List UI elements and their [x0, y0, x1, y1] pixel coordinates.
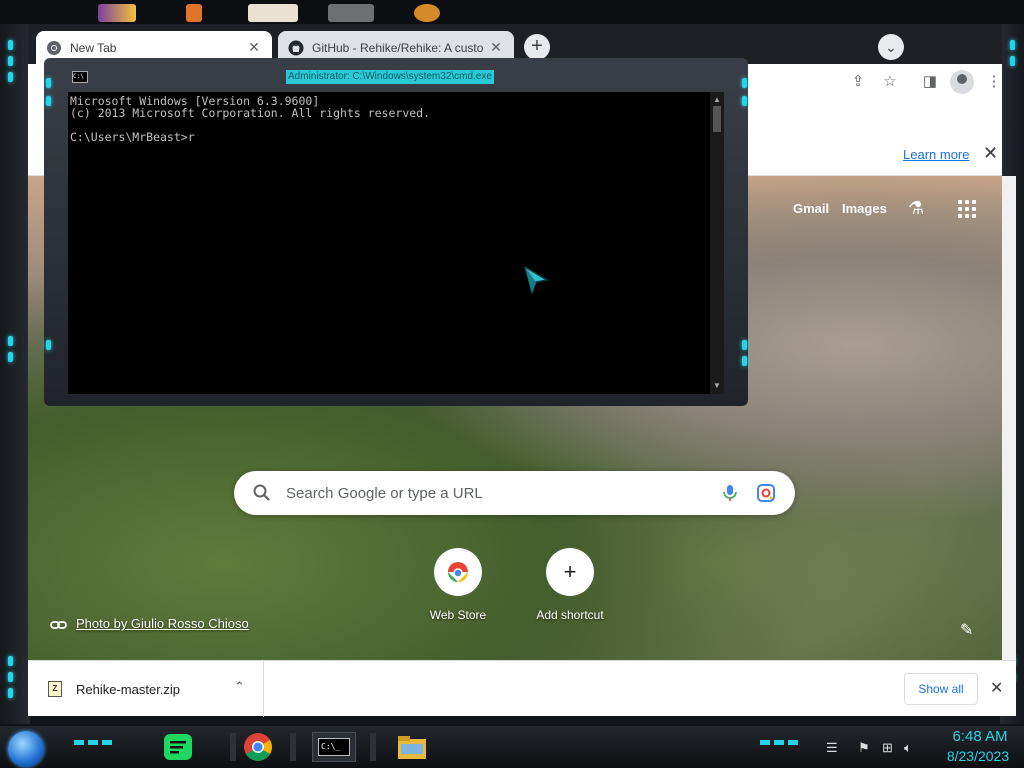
- taskbar-separator: [290, 733, 296, 761]
- chrome-icon: [46, 40, 62, 56]
- frame-accent: [46, 78, 51, 88]
- desktop: New Tab ✕ GitHub - Rehike/Rehike: A cust…: [0, 0, 1024, 768]
- action-center-flag-icon[interactable]: ⚑: [858, 740, 870, 756]
- taskbar-accent: [760, 740, 798, 745]
- taskbar: [0, 726, 1024, 768]
- taskbar-app-chrome[interactable]: [242, 732, 274, 762]
- cmd-scrollbar[interactable]: [710, 92, 724, 394]
- images-link[interactable]: Images: [842, 201, 887, 216]
- frame-accent: [8, 688, 13, 698]
- bookmark-star-icon[interactable]: ☆: [880, 72, 900, 92]
- link-icon: [50, 621, 67, 629]
- volume-icon[interactable]: 🔈︎: [904, 740, 912, 756]
- tab-title: GitHub - Rehike/Rehike: A custo: [312, 40, 484, 55]
- new-tab-button[interactable]: +: [524, 34, 550, 60]
- frame-accent: [8, 352, 13, 362]
- microphone-icon[interactable]: [720, 483, 740, 503]
- customize-pencil-icon[interactable]: ✎: [960, 620, 973, 640]
- cmd-window-icon[interactable]: C:\: [72, 71, 88, 83]
- frame-accent: [742, 96, 747, 106]
- frame-accent: [742, 78, 747, 88]
- taskbar-separator: [230, 733, 236, 761]
- desktop-shortcut-icon[interactable]: [414, 4, 440, 22]
- tab-title: New Tab: [70, 40, 117, 55]
- shortcut-web-store[interactable]: Web Store: [408, 548, 508, 622]
- frame-accent: [742, 340, 747, 350]
- download-file-name: Rehike-master.zip: [76, 682, 181, 697]
- web-store-icon: [434, 548, 482, 596]
- zip-file-icon: Z: [48, 681, 62, 697]
- frame-accent: [46, 96, 51, 106]
- cmd-scroll-thumb[interactable]: [713, 106, 721, 132]
- cmd-window-title: Administrator: C:\Windows\system32\cmd.e…: [286, 70, 494, 84]
- download-shelf-close-icon[interactable]: ✕: [990, 678, 1003, 698]
- desktop-icon-strip: [0, 0, 1024, 24]
- page-scrollbar[interactable]: [1002, 176, 1016, 660]
- cmd-scroll-down-icon[interactable]: ▼: [711, 380, 723, 392]
- frame-accent: [8, 336, 13, 346]
- taskbar-app-cmd[interactable]: C:\_: [312, 732, 356, 762]
- chevron-up-icon[interactable]: ⌃: [234, 679, 245, 695]
- taskbar-accent: [74, 740, 112, 745]
- github-icon: [288, 40, 304, 56]
- tab-close-icon[interactable]: ✕: [488, 39, 504, 56]
- folder-icon: [398, 736, 426, 759]
- tab-search-button[interactable]: ⌄: [878, 34, 904, 60]
- profile-avatar[interactable]: [950, 70, 974, 94]
- desktop-shortcut-icon[interactable]: [328, 4, 374, 22]
- shortcut-label: Add shortcut: [536, 608, 604, 622]
- desktop-shortcut-icon[interactable]: [186, 4, 202, 22]
- shortcut-add[interactable]: + Add shortcut: [520, 548, 620, 622]
- frame-accent: [8, 56, 13, 66]
- frame-accent: [46, 340, 51, 350]
- gmail-link[interactable]: Gmail: [793, 201, 829, 216]
- taskbar-app-spotify[interactable]: [162, 732, 194, 762]
- frame-accent: [8, 656, 13, 666]
- frame-accent: [1010, 56, 1015, 66]
- add-shortcut-icon: +: [546, 548, 594, 596]
- cmd-scroll-up-icon[interactable]: ▲: [711, 94, 723, 106]
- shortcut-label: Web Store: [429, 608, 487, 622]
- chrome-icon: [244, 733, 272, 761]
- desktop-shortcut-icon[interactable]: [248, 4, 298, 22]
- side-panel-icon[interactable]: ◨: [920, 72, 940, 92]
- start-button[interactable]: [8, 731, 44, 767]
- cmd-console-output[interactable]: Microsoft Windows [Version 6.3.9600] (c)…: [68, 92, 710, 394]
- learn-more-link[interactable]: Learn more: [903, 147, 969, 162]
- tab-close-icon[interactable]: ✕: [246, 39, 262, 56]
- network-icon[interactable]: ⊞: [882, 740, 893, 756]
- frame-accent: [8, 40, 13, 50]
- download-item[interactable]: Z Rehike-master.zip ⌃: [28, 661, 264, 717]
- download-shelf: Z Rehike-master.zip ⌃ Show all ✕: [28, 660, 1016, 717]
- frame-accent: [1010, 40, 1015, 50]
- google-lens-icon[interactable]: [756, 483, 776, 503]
- search-input[interactable]: [286, 471, 706, 515]
- frame-accent: [8, 672, 13, 682]
- chrome-menu-icon[interactable]: ⋮: [984, 72, 1004, 92]
- window-frame-left: [0, 24, 30, 724]
- google-search-box[interactable]: [234, 471, 795, 515]
- photo-credit-link[interactable]: Photo by Giulio Rosso Chioso: [76, 616, 249, 631]
- google-apps-icon[interactable]: [958, 200, 976, 218]
- spotify-icon: [164, 734, 192, 760]
- desktop-shortcut-icon[interactable]: [98, 4, 136, 22]
- clock-date[interactable]: 8/23/2023: [936, 748, 1020, 764]
- show-all-button[interactable]: Show all: [904, 673, 978, 705]
- share-icon[interactable]: ⇪: [848, 72, 868, 92]
- show-desktop-icon[interactable]: ☰: [826, 740, 838, 756]
- clock-time[interactable]: 6:48 AM: [940, 728, 1020, 745]
- taskbar-app-explorer[interactable]: [396, 732, 428, 762]
- frame-accent: [8, 72, 13, 82]
- cmd-icon: C:\_: [318, 738, 350, 756]
- mouse-cursor-icon: [523, 265, 550, 296]
- search-icon: [253, 484, 270, 501]
- info-bar-close-icon[interactable]: ✕: [983, 143, 998, 164]
- labs-flask-icon[interactable]: ⚗: [908, 198, 924, 219]
- frame-accent: [742, 356, 747, 366]
- taskbar-separator: [370, 733, 376, 761]
